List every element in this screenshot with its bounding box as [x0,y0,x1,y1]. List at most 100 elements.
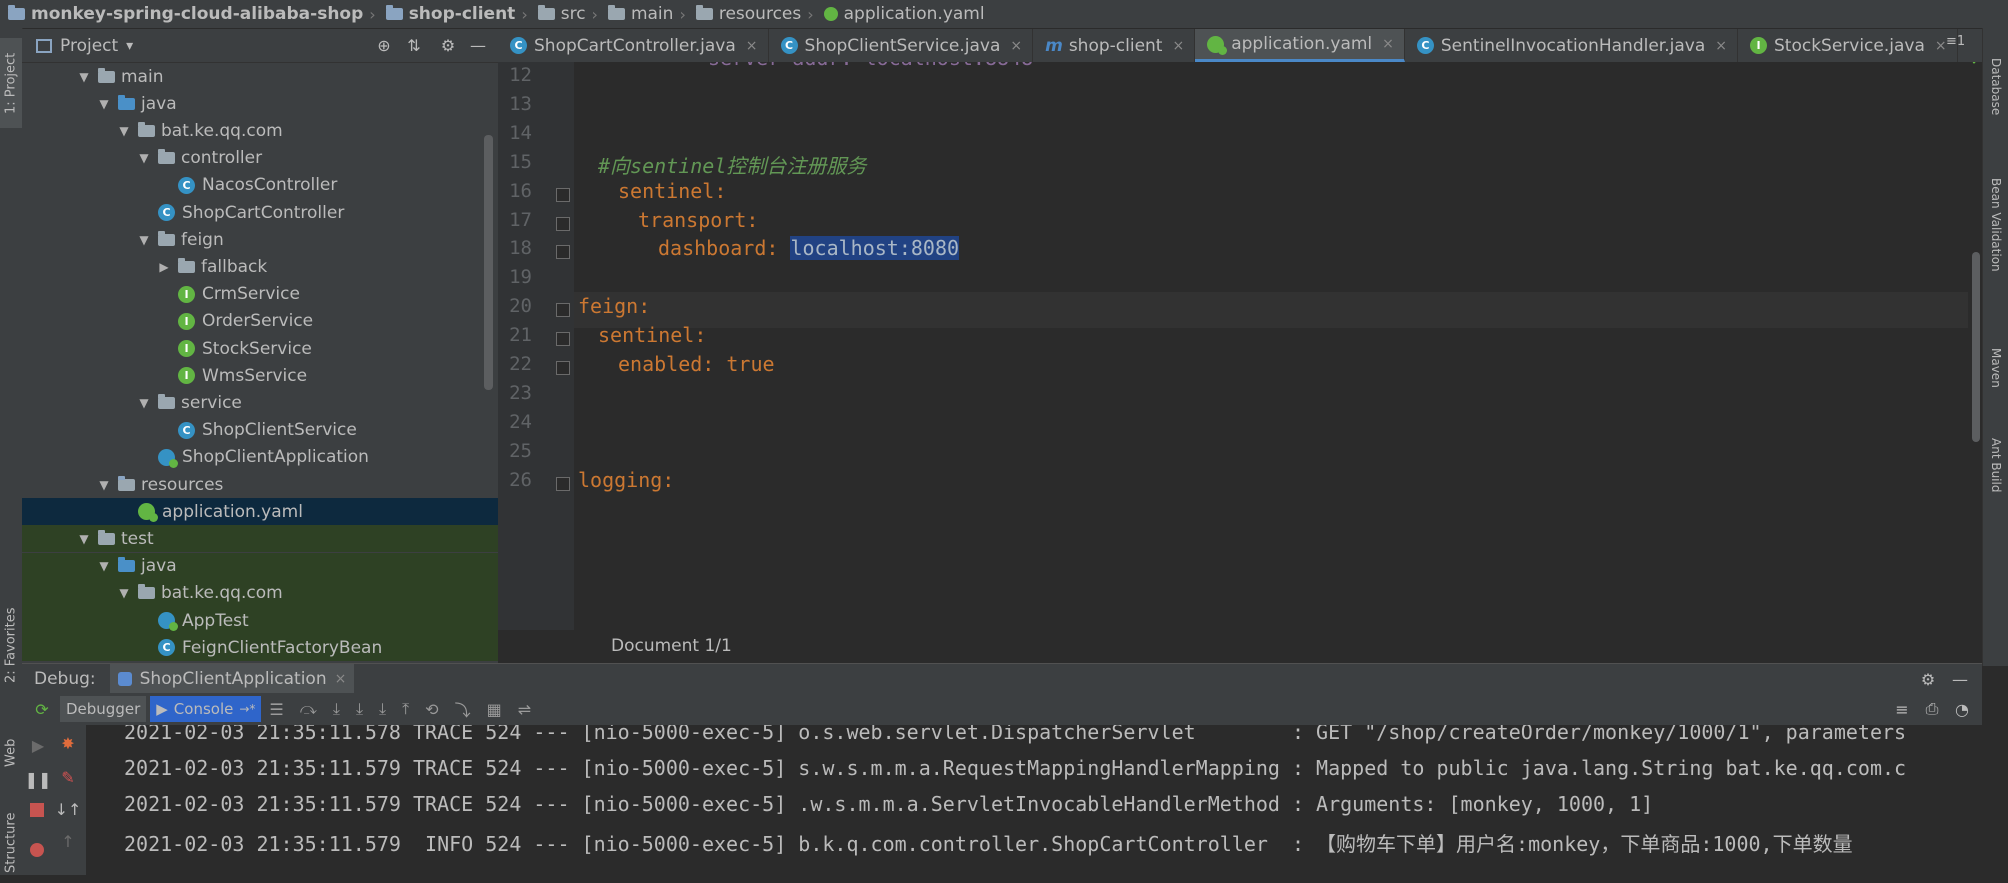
rerun-icon[interactable]: ⟳ [30,697,54,721]
console-restore-icon[interactable]: →* [239,702,255,716]
editor-scroll-thumb[interactable] [1972,252,1980,442]
tree-item[interactable]: ▼ main [22,63,498,90]
fold-marker-icon[interactable] [556,216,570,231]
tree-item[interactable]: ▼ feign [22,226,498,253]
tree-item[interactable]: ▼ resources [22,471,498,498]
debug-session-tab[interactable]: ShopClientApplication × [109,664,355,694]
debug-settings-gear-icon[interactable]: ⚙ [1916,667,1940,691]
breadcrumb-module[interactable]: shop-client [378,4,520,24]
tree-item[interactable]: AppTest [22,607,498,634]
code-editor[interactable]: 12 13 14 15 16 17 18 19 20 21 22 23 24 25 26 server-ad… [498,62,1982,630]
debugger-tab[interactable]: Debugger [60,696,147,722]
console-output[interactable]: 2021-02-03 21:35:11.578 TRACE 524 --- [n… [86,725,2008,875]
tab-overflow-button[interactable]: ≡1 [1946,34,1965,49]
tree-item[interactable]: ▶ fallback [22,253,498,280]
stop-icon[interactable] [30,803,44,817]
tree-item[interactable]: ▼ bat.ke.qq.com [22,117,498,144]
fold-marker-icon[interactable] [556,361,570,375]
expand-chevron-icon[interactable]: ▼ [96,97,112,111]
tree-item[interactable]: C ShopCartController [22,199,498,226]
trace-icon[interactable]: ⇌ [518,700,531,719]
gauge-icon[interactable]: ◔ [1950,697,1974,721]
soft-wrap-icon[interactable]: ≡ [1890,697,1914,721]
evaluate-expression-icon[interactable]: ▦ [487,700,502,719]
pause-icon[interactable]: ❚❚ [25,767,52,791]
run-to-cursor-icon[interactable]: ⤵ [455,697,471,721]
close-tab-icon[interactable]: × [1715,38,1727,54]
expand-chevron-icon[interactable]: ▶ [156,260,172,274]
editor-tab[interactable]: application.yaml × [1195,29,1405,62]
database-tool-tab[interactable]: Database [1985,58,2007,158]
breadcrumb-src[interactable]: src [530,4,590,24]
tree-item[interactable]: ▼ bat.ke.qq.com [22,579,498,607]
tree-item[interactable]: ShopClientApplication [22,444,498,471]
fold-marker-icon[interactable] [556,245,570,260]
breadcrumb-project[interactable]: monkey-spring-cloud-alibaba-shop [0,4,367,24]
editor-tab[interactable]: I StockService.java × [1738,29,1958,62]
project-view-dropdown-icon[interactable]: ▾ [126,38,133,54]
force-step-into-icon[interactable]: ⤓ [379,699,386,719]
editor-tab[interactable]: C SentinelInvocationHandler.java × [1405,29,1738,62]
mute-breakpoints-icon[interactable]: ✸ [56,731,80,755]
tree-item[interactable]: C FeignClientFactoryBean [22,634,498,662]
fold-marker-icon[interactable] [556,187,570,202]
drop-frame-icon[interactable]: ⟲ [425,700,438,719]
tree-item[interactable]: I StockService [22,335,498,362]
tree-item[interactable]: I OrderService [22,308,498,335]
close-tab-icon[interactable]: × [1172,38,1184,54]
print-icon[interactable]: ⎙ [1920,697,1944,721]
close-tab-icon[interactable]: × [1935,38,1947,54]
expand-chevron-icon[interactable]: ▼ [76,532,92,546]
tree-item[interactable]: application.yaml [22,498,498,526]
project-tool-tab[interactable]: 1: Project [0,38,22,128]
expand-chevron-icon[interactable]: ▼ [136,233,152,247]
expand-chevron-icon[interactable]: ▼ [96,559,112,573]
show-execution-point-icon[interactable]: ⤼ [300,699,317,719]
locate-file-icon[interactable]: ⊕ [372,34,396,58]
project-tree-scrollbar[interactable] [484,135,493,390]
hide-debug-panel-icon[interactable]: — [1948,667,1972,691]
fold-marker-icon[interactable] [556,332,570,347]
expand-chevron-icon[interactable]: ▼ [96,478,112,492]
maven-tool-tab[interactable]: Maven [1985,348,2007,428]
breakpoint-icon[interactable] [30,843,44,857]
expand-chevron-icon[interactable]: ▼ [136,396,152,410]
close-tab-icon[interactable]: × [746,38,758,54]
tree-item[interactable]: C ShopClientService [22,417,498,444]
console-tab[interactable]: ▶ Console →* [150,696,262,722]
tree-item[interactable]: I WmsService [22,362,498,389]
editor-tab[interactable]: C ShopClientService.java × [769,29,1034,62]
fold-marker-icon[interactable] [556,303,570,318]
settings-gear-icon[interactable]: ⚙ [436,34,460,58]
expand-chevron-icon[interactable]: ▼ [116,586,132,600]
scroll-up-icon[interactable]: ↑ [56,829,80,853]
collapse-all-icon[interactable]: ⇅ [402,34,426,58]
view-breakpoints-icon[interactable]: ✎ [56,765,80,789]
bean-validation-tool-tab[interactable]: Bean Validation [1985,178,2007,328]
resume-icon[interactable]: ▶ [26,733,50,757]
tree-item[interactable]: ▼ service [22,389,498,416]
structure-tool-tab[interactable]: Structure [0,803,22,883]
project-panel-title[interactable]: Project [60,36,118,56]
tree-item[interactable]: ▼ java [22,552,498,580]
hide-panel-icon[interactable]: — [466,34,490,58]
step-into-icon[interactable]: ⤓ [356,699,363,719]
editor-tab[interactable]: m shop-client × [1033,29,1196,62]
tree-item[interactable]: ▼ java [22,90,498,117]
favorites-tool-tab[interactable]: 2: Favorites [0,588,22,703]
fold-marker-icon[interactable] [556,476,570,491]
tree-item[interactable]: C NacosController [22,172,498,199]
editor-scroll-track[interactable] [1970,62,1982,630]
frames-icon[interactable]: ☰ [269,700,283,719]
close-tab-icon[interactable]: × [1382,36,1394,52]
tree-item[interactable]: ▼ test [22,525,498,553]
inspection-ok-icon[interactable]: ✓ [1970,62,1982,69]
ant-build-tool-tab[interactable]: Ant Build [1985,438,2007,538]
tree-item[interactable]: ▼ controller [22,145,498,172]
step-out-icon[interactable]: ⤒ [402,699,409,719]
expand-chevron-icon[interactable]: ▼ [136,151,152,165]
expand-chevron-icon[interactable]: ▼ [76,70,92,84]
close-session-icon[interactable]: × [335,671,347,687]
sort-icon[interactable]: ↓↑ [55,797,82,821]
web-tool-tab[interactable]: Web [0,723,22,783]
